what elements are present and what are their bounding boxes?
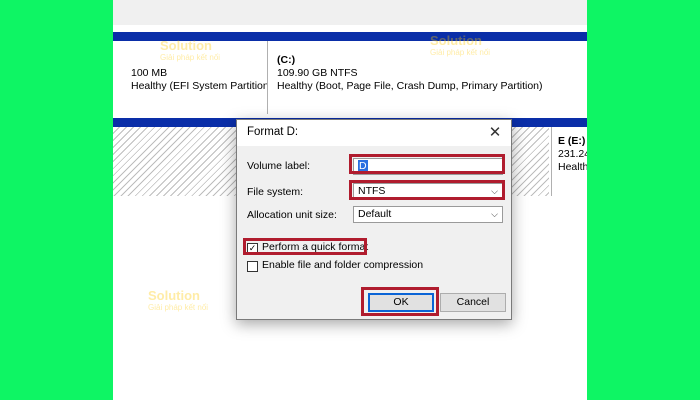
e-partition-status: Health — [558, 161, 587, 173]
e-partition-size: 231.24 — [558, 148, 587, 160]
e-partition-name: E (E:) — [558, 135, 586, 147]
compression-checkbox[interactable] — [247, 261, 258, 272]
volume-label-value: D — [358, 160, 368, 172]
allocation-size-label: Allocation unit size: — [247, 209, 337, 221]
partition-bar — [113, 32, 587, 41]
volume-label-label: Volume label: — [247, 160, 311, 172]
ok-button[interactable]: OK — [368, 293, 434, 312]
efi-size: 100 MB — [131, 67, 168, 79]
dialog-title: Format D: — [247, 126, 299, 138]
disk-row-1: 100 MB Healthy (EFI System Partition (C:… — [113, 32, 587, 114]
checkmark-icon: ✓ — [248, 243, 257, 253]
close-icon[interactable]: ✕ — [485, 123, 505, 143]
file-system-label: File system: — [247, 186, 304, 198]
quick-format-label[interactable]: Perform a quick format — [262, 241, 368, 253]
c-partition-name: (C:) — [277, 54, 296, 66]
c-partition[interactable]: (C:) 109.90 GB NTFS Healthy (Boot, Page … — [271, 41, 587, 114]
allocation-size-value: Default — [358, 208, 392, 220]
file-system-select[interactable]: NTFS ⌵ — [353, 183, 503, 200]
c-partition-status: Healthy (Boot, Page File, Crash Dump, Pr… — [277, 80, 543, 92]
e-partition[interactable]: E (E:) 231.24 Health — [551, 127, 587, 196]
chevron-down-icon: ⌵ — [491, 209, 498, 219]
compression-label[interactable]: Enable file and folder compression — [262, 259, 423, 271]
top-strip — [113, 0, 587, 25]
allocation-size-select[interactable]: Default ⌵ — [353, 206, 503, 223]
format-dialog: Format D: ✕ Volume label: D File system:… — [236, 119, 512, 320]
volume-label-input[interactable]: D — [353, 158, 503, 175]
chevron-down-icon: ⌵ — [491, 186, 498, 196]
efi-partition[interactable]: 100 MB Healthy (EFI System Partition — [125, 41, 268, 114]
cancel-button[interactable]: Cancel — [440, 293, 506, 312]
file-system-value: NTFS — [358, 185, 386, 197]
c-partition-size: 109.90 GB NTFS — [277, 67, 358, 79]
efi-status: Healthy (EFI System Partition — [131, 80, 268, 92]
dialog-titlebar: Format D: ✕ — [237, 120, 511, 146]
quick-format-checkbox[interactable]: ✓ — [247, 243, 258, 254]
